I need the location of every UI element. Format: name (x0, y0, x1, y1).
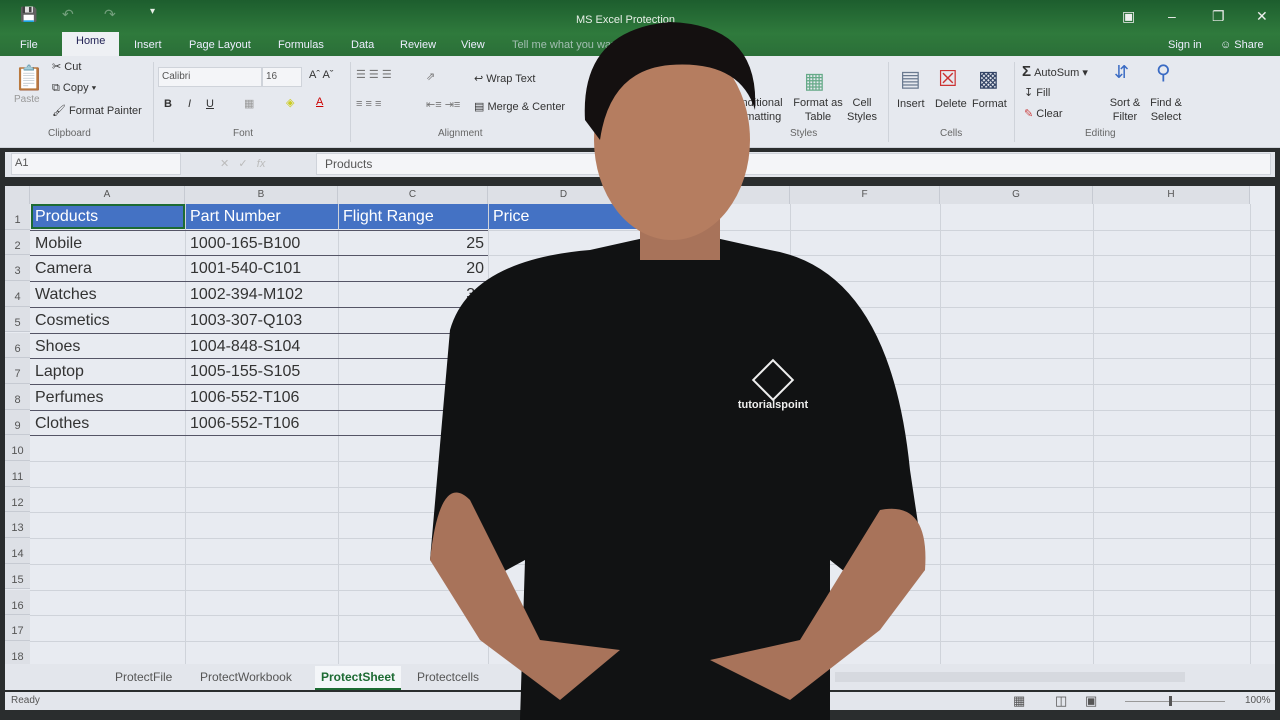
presenter-overlay: tutorialspoint (430, 22, 926, 720)
svg-text:tutorialspoint: tutorialspoint (738, 399, 809, 411)
